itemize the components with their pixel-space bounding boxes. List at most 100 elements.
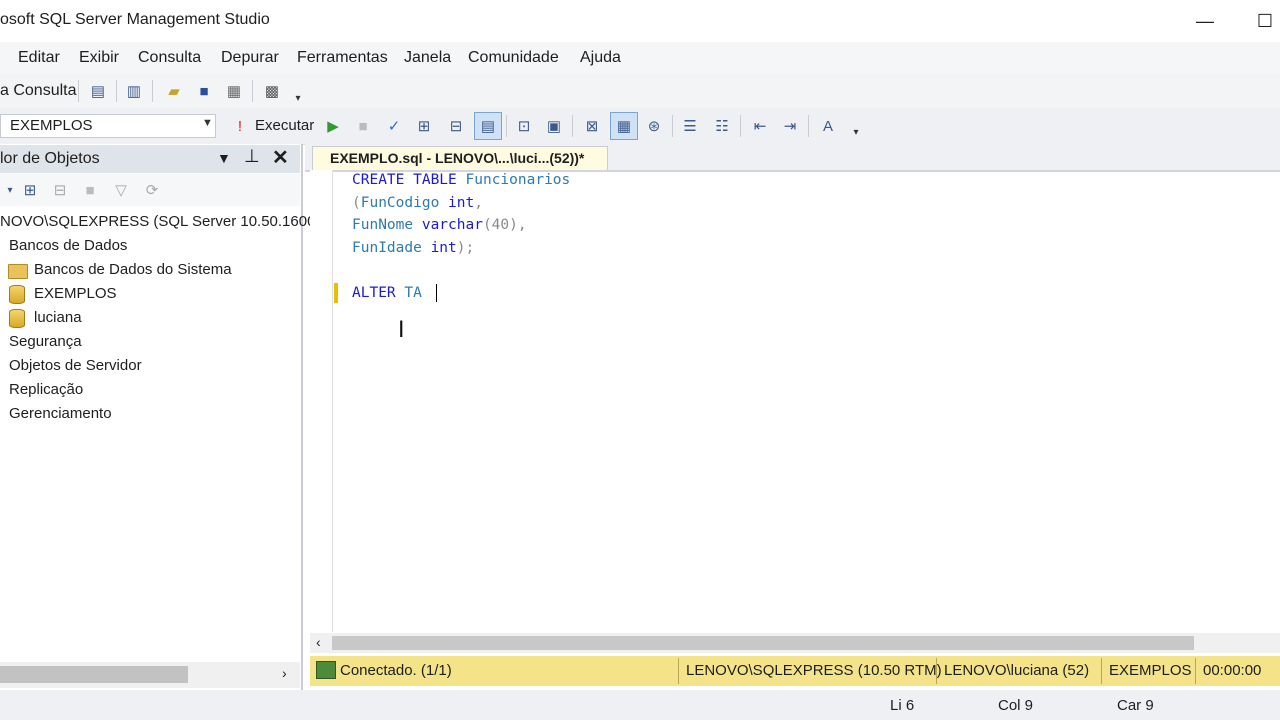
close-icon[interactable]: ✕	[272, 145, 289, 170]
menu-ferramentas[interactable]: Ferramentas	[297, 49, 388, 67]
column-indicator: Col 9	[998, 697, 1034, 714]
code-line-1[interactable]: CREATE TABLE Funcionarios	[352, 172, 570, 188]
minimize-button[interactable]: —	[1190, 8, 1220, 34]
tree-node-server-objects[interactable]: Objetos de Servidor	[9, 357, 142, 374]
stop-icon[interactable]: ■	[80, 180, 100, 200]
specify-values-icon[interactable]: A	[818, 116, 838, 136]
menu-bar: Editar Exibir Consulta Depurar Ferrament…	[0, 42, 1280, 74]
tree-node-exemplos[interactable]: EXEMPLOS	[34, 285, 117, 302]
execute-button[interactable]: Executar	[255, 117, 314, 134]
menu-editar[interactable]: Editar	[18, 49, 60, 67]
client-stats-icon[interactable]: ▣	[544, 116, 564, 136]
activity-monitor-icon[interactable]: ▩	[262, 81, 282, 101]
scrollbar-thumb[interactable]	[0, 666, 188, 683]
line-indicator: Li 6	[890, 697, 915, 714]
scrollbar-thumb[interactable]	[332, 636, 1194, 650]
menu-ajuda[interactable]: Ajuda	[580, 49, 621, 67]
results-grid-toggle-icon[interactable]: ▦	[610, 112, 638, 140]
new-file-icon[interactable]: ▤	[88, 81, 108, 101]
keyword: CREATE TABLE	[352, 172, 457, 188]
status-separator	[1195, 658, 1196, 684]
pin-icon[interactable]: ⊥	[244, 146, 260, 167]
connected-icon	[316, 661, 336, 679]
toolbar-overflow-icon[interactable]: ▾	[846, 122, 866, 142]
identifier: Funcionarios	[465, 172, 571, 188]
toolbar-separator	[152, 80, 153, 102]
filter-icon[interactable]: ▽	[111, 180, 131, 200]
uncomment-icon[interactable]: ☷	[712, 116, 732, 136]
print-icon[interactable]: ▦	[224, 81, 244, 101]
include-plan-icon[interactable]: ⊡	[514, 116, 534, 136]
disconnect-icon[interactable]: ⊟	[50, 180, 70, 200]
tree-node-system-databases[interactable]: Bancos de Dados do Sistema	[34, 261, 232, 278]
code-line-3[interactable]: FunNome varchar(40),	[352, 217, 527, 233]
tree-node-databases[interactable]: Bancos de Dados	[9, 237, 127, 254]
refresh-icon[interactable]: ⟳	[142, 180, 162, 200]
keyword: int	[430, 240, 457, 256]
results-to-text-icon[interactable]: ⊠	[582, 116, 602, 136]
new-query-button[interactable]: a Consulta	[0, 82, 77, 100]
standard-toolbar: a Consulta ▤ ▥ ▰ ■ ▦ ▩ ▾	[0, 74, 1280, 108]
keyword: int	[448, 195, 475, 211]
parse-check-icon[interactable]: ✓	[384, 116, 404, 136]
query-designer-icon[interactable]: ⊟	[446, 116, 466, 136]
object-explorer-title: lor de Objetos	[0, 150, 100, 167]
open-folder-icon[interactable]: ▰	[164, 81, 184, 101]
punctuation: (40),	[482, 217, 527, 233]
toolbar-separator	[252, 80, 253, 102]
punctuation: );	[456, 240, 475, 256]
chevron-down-icon[interactable]: ▼	[217, 150, 231, 166]
comment-icon[interactable]: ☰	[680, 116, 700, 136]
tree-node-security[interactable]: Segurança	[9, 333, 82, 350]
identifier: FunIdade	[352, 240, 422, 256]
scroll-right-icon[interactable]: ›	[282, 665, 287, 681]
results-to-file-icon[interactable]: ⊛	[644, 116, 664, 136]
char-indicator: Car 9	[1117, 697, 1154, 714]
identifier: FunCodigo	[360, 195, 440, 211]
tree-node-replication[interactable]: Replicação	[9, 381, 83, 398]
menu-consulta[interactable]: Consulta	[138, 49, 201, 67]
folder-icon	[8, 264, 28, 279]
change-marker	[334, 283, 338, 303]
status-separator	[678, 658, 679, 684]
menu-janela[interactable]: Janela	[404, 49, 451, 67]
add-file-icon[interactable]: ▥	[124, 81, 144, 101]
toolbar-separator	[808, 115, 809, 137]
connect-dropdown-icon[interactable]: ▾	[0, 180, 20, 200]
toolbar-separator	[78, 80, 79, 102]
decrease-indent-icon[interactable]: ⇤	[750, 116, 770, 136]
server-status: LENOVO\SQLEXPRESS (10.50 RTM)	[686, 662, 942, 679]
execute-icon: !	[237, 117, 243, 135]
server-node[interactable]: NOVO\SQLEXPRESS (SQL Server 10.50.1600	[0, 213, 315, 230]
tree-node-management[interactable]: Gerenciamento	[9, 405, 112, 422]
user-status: LENOVO\luciana (52)	[944, 662, 1090, 679]
connect-icon[interactable]: ⊞	[20, 180, 40, 200]
status-separator	[1101, 658, 1102, 684]
database-status: EXEMPLOS	[1109, 662, 1192, 679]
code-line-6[interactable]: ALTER TA	[352, 285, 422, 301]
toolbar-separator	[506, 115, 507, 137]
estimated-plan-icon[interactable]: ⊞	[414, 116, 434, 136]
code-line-2[interactable]: (FunCodigo int,	[352, 195, 483, 211]
save-icon[interactable]: ■	[194, 81, 214, 101]
editor-gutter	[310, 170, 333, 632]
status-bar	[0, 690, 1280, 720]
toolbar-separator	[740, 115, 741, 137]
debug-play-icon[interactable]: ▶	[323, 116, 343, 136]
menu-exibir[interactable]: Exibir	[79, 49, 119, 67]
menu-depurar[interactable]: Depurar	[221, 49, 279, 67]
elapsed-time: 00:00:00	[1203, 662, 1262, 679]
code-line-4[interactable]: FunIdade int);	[352, 240, 474, 256]
database-icon	[9, 309, 25, 328]
increase-indent-icon[interactable]: ⇥	[780, 116, 800, 136]
toolbar-overflow-icon[interactable]: ▾	[288, 88, 308, 108]
object-explorer-toolbar: ▾ ⊞ ⊟ ■ ▽ ⟳	[0, 174, 300, 206]
menu-comunidade[interactable]: Comunidade	[468, 49, 559, 67]
chevron-down-icon[interactable]: ▼	[202, 117, 213, 129]
status-separator	[936, 658, 937, 684]
scroll-left-icon[interactable]: ‹	[316, 634, 321, 650]
maximize-button[interactable]: ☐	[1250, 8, 1280, 34]
results-to-grid-icon[interactable]: ▤	[474, 112, 502, 140]
tree-node-luciana[interactable]: luciana	[34, 309, 82, 326]
stop-icon[interactable]: ■	[353, 116, 373, 136]
